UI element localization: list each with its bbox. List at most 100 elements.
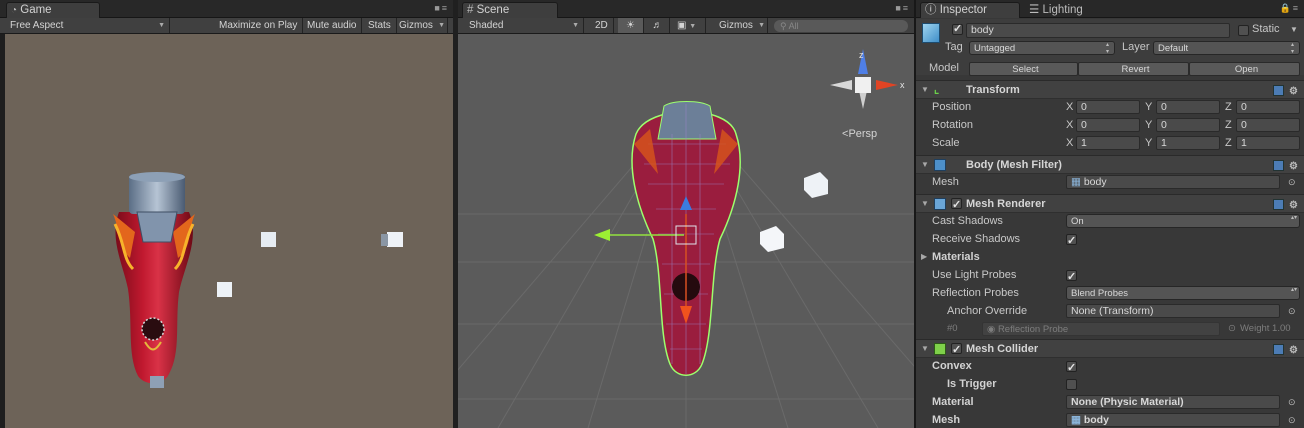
object-picker-icon[interactable]: ⊙: [1288, 411, 1296, 428]
cast-shadows-row: Cast Shadows On: [916, 212, 1304, 230]
cast-shadows-label: Cast Shadows: [932, 215, 1003, 227]
model-revert-button[interactable]: Revert: [1078, 62, 1189, 76]
audio-toggle[interactable]: ♬: [646, 18, 670, 33]
mesh-collider-enabled-checkbox[interactable]: [951, 341, 962, 359]
lighting-toggle[interactable]: ☀: [618, 18, 644, 33]
position-label: Position: [932, 101, 972, 113]
layer-dropdown[interactable]: Default: [1153, 41, 1300, 55]
rotation-z-field[interactable]: 0: [1236, 118, 1300, 132]
convex-checkbox[interactable]: [1066, 359, 1077, 377]
reflection-probes-dropdown[interactable]: Blend Probes: [1066, 286, 1300, 300]
light-probes-label: Use Light Probes: [932, 269, 1017, 281]
scale-x-field[interactable]: 1: [1076, 136, 1140, 150]
mesh-renderer-icon: [934, 198, 946, 210]
static-checkbox[interactable]: [1238, 25, 1249, 36]
tab-game-label: Game: [20, 4, 52, 16]
probe-weight: Weight 1.00: [1240, 323, 1291, 334]
active-checkbox[interactable]: [952, 22, 963, 35]
stats-button[interactable]: Stats: [363, 18, 397, 33]
mesh-filter-header[interactable]: ▼ Body (Mesh Filter) ⚙: [916, 155, 1304, 174]
fold-arrow-icon[interactable]: ▼: [921, 340, 929, 358]
cube-icon: [922, 23, 940, 43]
tab-inspector[interactable]: ⓘ Inspector: [920, 2, 1020, 18]
image-icon: ▣: [677, 20, 687, 31]
materials-row[interactable]: ▶ Materials: [916, 248, 1304, 266]
fold-arrow-icon[interactable]: ▼: [921, 195, 929, 213]
panel-menu-icon[interactable]: ■≡: [434, 3, 449, 13]
convex-label: Convex: [932, 360, 972, 372]
fold-arrow-icon[interactable]: ▶: [921, 248, 927, 266]
position-x-field[interactable]: 0: [1076, 100, 1140, 114]
panel-menu-icon[interactable]: ■≡: [895, 3, 910, 13]
help-book-icon: [1273, 199, 1285, 210]
rotation-y-field[interactable]: 0: [1156, 118, 1220, 132]
scale-y-field[interactable]: 1: [1156, 136, 1220, 150]
tab-game[interactable]: ◔ Game: [6, 2, 100, 18]
object-picker-icon[interactable]: ⊙: [1288, 393, 1296, 411]
search-placeholder: All: [788, 21, 799, 31]
tab-lighting[interactable]: ☰ Lighting: [1024, 2, 1114, 18]
light-probes-checkbox[interactable]: [1066, 268, 1077, 286]
model-open-button[interactable]: Open: [1189, 62, 1300, 76]
collider-mesh-field[interactable]: ▦ body: [1066, 413, 1280, 427]
reflection-probes-row: Reflection Probes Blend Probes: [916, 284, 1304, 302]
mode-2d-button[interactable]: 2D: [590, 18, 614, 33]
mesh-label: Mesh: [932, 176, 959, 188]
position-y-field[interactable]: 0: [1156, 100, 1220, 114]
anchor-override-field[interactable]: None (Transform): [1066, 304, 1280, 318]
effects-dropdown[interactable]: ▣ ▼: [672, 18, 706, 33]
tag-label: Tag: [945, 41, 963, 53]
is-trigger-checkbox[interactable]: [1066, 379, 1077, 390]
scene-viewport[interactable]: z x <Persp: [458, 34, 914, 428]
model-select-button[interactable]: Select: [969, 62, 1078, 76]
mesh-field[interactable]: ▦ body: [1066, 175, 1280, 189]
mesh-filter-mesh-row: Mesh ▦ body ⊙: [916, 173, 1304, 191]
persp-label[interactable]: <Persp: [842, 128, 877, 140]
aspect-dropdown[interactable]: Free Aspect ▼: [5, 18, 170, 33]
cast-shadows-dropdown[interactable]: On: [1066, 214, 1300, 228]
scene-gizmos-label: Gizmos: [719, 20, 753, 31]
tag-dropdown[interactable]: Untagged: [969, 41, 1115, 55]
rotation-label: Rotation: [932, 119, 973, 131]
scene-search-input[interactable]: ⚲ All: [774, 20, 908, 32]
sun-icon: ☀: [626, 20, 635, 31]
receive-shadows-label: Receive Shadows: [932, 233, 1021, 245]
object-picker-icon[interactable]: ⊙: [1288, 173, 1296, 191]
chevron-down-icon: ▼: [572, 22, 579, 29]
tab-scene[interactable]: # Scene: [462, 2, 558, 18]
lock-icon[interactable]: 🔒≡: [1280, 3, 1300, 14]
static-dropdown-icon[interactable]: ▼: [1290, 25, 1298, 34]
mute-audio-button[interactable]: Mute audio: [302, 18, 363, 33]
position-z-field[interactable]: 0: [1236, 100, 1300, 114]
axis-x-label: X: [1066, 137, 1074, 149]
help-book-icon: [1273, 85, 1285, 96]
position-row: Position X 0 Y 0 Z 0: [916, 98, 1304, 116]
cube-objects: [760, 172, 828, 252]
transform-header[interactable]: ▼ ⌞ Transform ⚙: [916, 80, 1304, 99]
mesh-collider-header[interactable]: ▼ Mesh Collider ⚙: [916, 339, 1304, 359]
rotation-x-field[interactable]: 0: [1076, 118, 1140, 132]
materials-label: Materials: [932, 251, 980, 263]
scene-gizmos-button[interactable]: Gizmos ▼: [714, 18, 768, 33]
object-header: body Static ▼ Tag Untagged Layer Default…: [916, 19, 1304, 76]
maximize-on-play-button[interactable]: Maximize on Play: [214, 18, 304, 33]
fold-arrow-icon[interactable]: ▼: [921, 156, 929, 174]
game-gizmos-button[interactable]: Gizmos ▼: [394, 18, 448, 33]
object-name-input[interactable]: body: [966, 23, 1230, 38]
collider-material-field[interactable]: None (Physic Material): [1066, 395, 1280, 409]
scale-z-field[interactable]: 1: [1236, 136, 1300, 150]
fold-arrow-icon[interactable]: ▼: [921, 81, 929, 99]
reflection-probe-entry-row: #0 ◉ Reflection Probe ⊙ Weight 1.00: [916, 320, 1304, 338]
object-picker-icon[interactable]: ⊙: [1288, 302, 1296, 320]
mesh-value: body: [1083, 176, 1107, 188]
mesh-renderer-header[interactable]: ▼ Mesh Renderer ⚙: [916, 194, 1304, 214]
info-icon: ⓘ: [925, 4, 937, 16]
anchor-override-row: Anchor Override None (Transform) ⊙: [916, 302, 1304, 320]
mesh-renderer-enabled-checkbox[interactable]: [951, 196, 962, 214]
axis-y-label: Y: [1145, 119, 1153, 131]
shading-dropdown[interactable]: Shaded ▼: [464, 18, 584, 33]
player-ship-model: [113, 172, 195, 388]
chevron-down-icon: ▼: [758, 22, 765, 29]
game-viewport[interactable]: [5, 34, 453, 428]
receive-shadows-checkbox[interactable]: [1066, 232, 1077, 250]
